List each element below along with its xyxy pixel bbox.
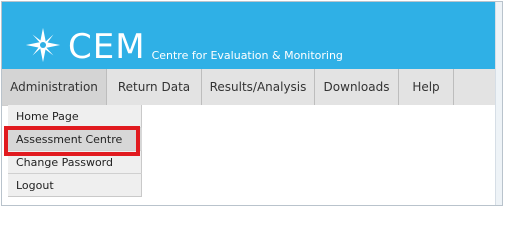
star-burst-icon (24, 26, 62, 64)
cem-logo[interactable]: CEM Centre for Evaluation & Monitoring (24, 26, 343, 64)
menu-item-logout[interactable]: Logout (8, 174, 142, 197)
tab-label: Results/Analysis (209, 80, 307, 94)
tab-label: Administration (10, 80, 98, 94)
menu-item-home-page[interactable]: Home Page (8, 105, 142, 128)
tab-label: Return Data (117, 80, 191, 94)
menu-item-label: Logout (16, 179, 54, 192)
tab-results-analysis[interactable]: Results/Analysis (202, 69, 315, 105)
menu-item-label: Home Page (16, 110, 79, 123)
tab-administration[interactable]: Administration (2, 69, 107, 105)
org-name: Centre for Evaluation & Monitoring (151, 49, 343, 62)
tab-help[interactable]: Help (399, 69, 454, 105)
main-nav: Administration Return Data Results/Analy… (2, 69, 497, 106)
vertical-scrollbar[interactable] (495, 2, 502, 205)
content-area (142, 105, 497, 197)
tab-label: Downloads (323, 80, 390, 94)
header-banner: CEM Centre for Evaluation & Monitoring (2, 2, 497, 69)
tab-downloads[interactable]: Downloads (315, 69, 399, 105)
logo-wordmark: CEM (68, 27, 146, 67)
tab-label: Help (412, 80, 440, 94)
menu-item-label: Change Password (16, 156, 113, 169)
selection-highlight-box (4, 126, 140, 156)
browser-frame: CEM Centre for Evaluation & Monitoring A… (1, 1, 503, 206)
tab-return-data[interactable]: Return Data (107, 69, 202, 105)
